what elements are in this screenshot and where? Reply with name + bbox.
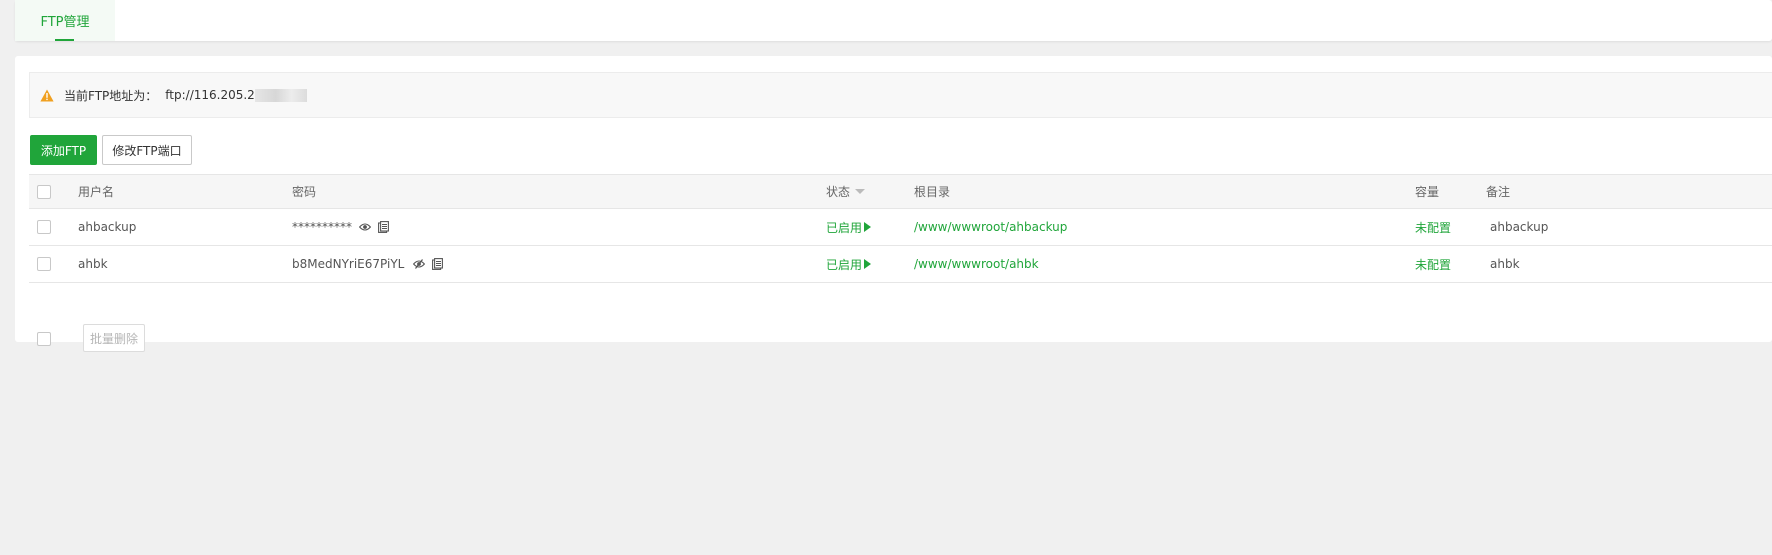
play-icon [864,222,872,232]
warning-icon [40,89,54,102]
select-all-checkbox[interactable] [37,184,51,199]
note[interactable]: ahbackup [1486,209,1548,245]
ftp-panel: 当前FTP地址为： ftp://116.205.2 添加FTP 修改FTP端口 … [15,56,1772,352]
column-root: 根目录 [914,185,951,199]
copy-icon[interactable] [432,258,444,270]
status-label: 已启用 [826,257,863,272]
status-toggle[interactable]: 已启用 [826,209,872,245]
root-directory-link[interactable]: /www/wwwroot/ahbk [914,246,1039,282]
play-icon [864,259,872,269]
password-value: ********** [292,220,352,234]
add-ftp-button[interactable]: 添加FTP [30,135,97,165]
column-note: 备注 [1486,185,1511,199]
eye-slash-icon[interactable] [413,259,426,269]
tab-label: FTP管理 [40,15,90,30]
column-status[interactable]: 状态 [826,175,866,208]
column-password: 密码 [292,185,317,199]
password-value: b8MedNYriE67PiYL [292,257,405,271]
edit-ftp-port-button[interactable]: 修改FTP端口 [102,135,192,165]
batch-delete-button[interactable]: 批量删除 [83,324,145,352]
root-directory-link[interactable]: /www/wwwroot/ahbackup [914,209,1067,245]
note[interactable]: ahbk [1486,246,1520,282]
tab-ftp-management[interactable]: FTP管理 [15,0,115,41]
footer-select-all-checkbox[interactable] [37,332,51,346]
notice-label: 当前FTP地址为： [64,88,158,103]
ftp-table: 用户名 密码 状态 根目录 容量 备注 ahbackup ********** [29,174,1772,283]
status-label: 已启用 [826,220,863,235]
column-capacity: 容量 [1415,185,1440,199]
table-header: 用户名 密码 状态 根目录 容量 备注 [29,174,1772,209]
username: ahbackup [78,220,137,234]
column-status-label: 状态 [826,185,851,199]
row-checkbox[interactable] [37,220,51,234]
capacity-link[interactable]: 未配置 [1415,209,1451,245]
column-username: 用户名 [78,185,115,199]
redacted-address [254,88,307,102]
ftp-address: ftp://116.205.2 [165,88,255,102]
table-row: ahbackup ********** 已启用 /www/wwwroot/ahb… [29,209,1772,246]
username: ahbk [78,257,108,271]
status-toggle[interactable]: 已启用 [826,246,872,282]
active-tab-indicator [55,39,74,41]
eye-icon[interactable] [359,222,371,232]
row-checkbox[interactable] [37,257,51,271]
copy-icon[interactable] [378,221,389,233]
table-row: ahbk b8MedNYriE67PiYL 已启用 /www/wwwroot/a… [29,246,1772,283]
capacity-link[interactable]: 未配置 [1415,246,1451,282]
sort-caret-icon[interactable] [855,189,866,194]
ftp-address-notice: 当前FTP地址为： ftp://116.205.2 [29,72,1772,118]
tab-bar: FTP管理 [15,0,1772,41]
